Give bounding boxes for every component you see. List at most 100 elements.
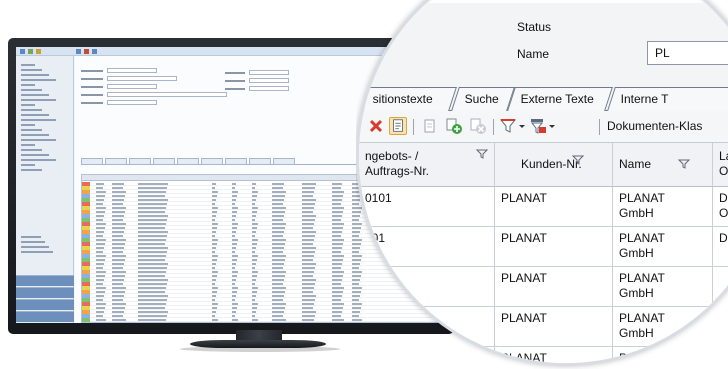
mini-tree-item: [21, 129, 42, 131]
column-header-order-no[interactable]: ngebots- / Auftrags-Nr.: [359, 143, 495, 187]
grid-cell[interactable]: PLANAT GmbH: [613, 187, 713, 227]
grid-cell[interactable]: PLANAT GmbH: [613, 307, 713, 347]
column-header-label: La O: [719, 149, 728, 178]
grid-cell[interactable]: 1: [359, 267, 495, 307]
monitor-stand: [190, 340, 326, 348]
clear-filter-icon[interactable]: [529, 117, 547, 135]
column-header-location[interactable]: La O: [713, 143, 728, 187]
column-header-label: Name: [619, 157, 652, 171]
mini-tree-item: [21, 104, 35, 106]
mini-tree-item: [21, 94, 49, 96]
mini-tree-item: [21, 64, 35, 66]
mini-tree-item: [21, 84, 35, 86]
chevron-down-icon[interactable]: [547, 117, 557, 135]
product-illustration: Status Name PL sitionstexte Suche Extern…: [0, 0, 728, 369]
mini-tree-item: [21, 139, 56, 141]
grid-cell[interactable]: D- Oe: [713, 187, 728, 227]
mini-nav-block: [16, 299, 74, 310]
grid-cell-text: PLANAT GmbH: [619, 191, 665, 220]
mini-tab: [249, 158, 271, 165]
filter-icon[interactable]: [572, 155, 584, 165]
mini-tree-item: [21, 154, 49, 156]
grid-toolbar: Dokumenten-Klas: [359, 111, 728, 143]
grid-cell-text: PLANAT: [501, 311, 547, 325]
grid-cell[interactable]: PLANAT: [495, 227, 613, 267]
name-field[interactable]: PL: [647, 41, 728, 65]
header-form: Status Name PL: [359, 3, 728, 81]
grid-cell[interactable]: PLANAT: [495, 307, 613, 347]
column-header-name[interactable]: Name: [613, 143, 713, 187]
notepad-icon[interactable]: [389, 117, 407, 135]
mini-form-field: [249, 70, 289, 75]
name-field-value: PL: [655, 46, 670, 60]
grid-cell[interactable]: [359, 347, 495, 363]
tab-label: sitionstexte: [372, 92, 433, 106]
tab-externe-texte[interactable]: Externe Texte: [507, 87, 613, 111]
grid-cell[interactable]: D: [713, 227, 728, 267]
filter-icon[interactable]: [499, 117, 517, 135]
grid-cell[interactable]: PLANAT GmbH: [613, 267, 713, 307]
mini-tab: [225, 158, 247, 165]
copy-icon[interactable]: [421, 117, 439, 135]
mini-tree-item: [21, 251, 53, 253]
mini-form-label: [81, 78, 103, 80]
grid-cell[interactable]: [359, 307, 495, 347]
grid-cell-text: PLANAT: [501, 191, 547, 205]
mini-tree-item: [21, 134, 49, 136]
mini-tree-item: [21, 109, 42, 111]
mini-tree-item: [21, 119, 56, 121]
grid-cell[interactable]: PLANAT: [495, 187, 613, 227]
grid-cell[interactable]: PLANAT GmbH: [613, 227, 713, 267]
mini-form-label: [81, 70, 103, 72]
mini-tab: [201, 158, 223, 165]
grid-cell-text: PLANAT: [501, 351, 547, 365]
tab-positionstexte[interactable]: sitionstexte: [359, 87, 457, 111]
grid-cell[interactable]: [713, 267, 728, 307]
grid-cell-text: D: [719, 231, 728, 245]
mini-form-field: [249, 86, 289, 91]
tab-interne-texte[interactable]: Interne T: [607, 87, 728, 111]
grid-cell[interactable]: PLA: [613, 347, 713, 365]
tab-label: Suche: [464, 92, 499, 106]
mini-form-label: [225, 80, 245, 82]
status-label: Status: [517, 20, 552, 34]
mini-tree-item: [21, 74, 49, 76]
mini-form-label: [81, 86, 103, 88]
add-document-icon[interactable]: [445, 117, 463, 135]
filter-icon[interactable]: [476, 149, 488, 159]
mini-tree-item: [21, 89, 42, 91]
grid-cell-text: D- Oe: [719, 191, 728, 220]
mini-tree-item: [21, 164, 35, 166]
magnifier: Status Name PL sitionstexte Suche Extern…: [356, 0, 728, 369]
mini-form-label: [225, 88, 245, 90]
grid-cell-text: PLANAT GmbH: [619, 311, 665, 340]
grid-cell[interactable]: [713, 347, 728, 363]
filter-icon[interactable]: [678, 159, 690, 169]
delete-icon[interactable]: [367, 117, 385, 135]
chevron-down-icon[interactable]: [517, 117, 527, 135]
grid-cell[interactable]: [713, 307, 728, 347]
mini-tree-item: [21, 159, 56, 161]
tab-suche[interactable]: Suche: [451, 87, 515, 111]
mini-form-field: [249, 78, 289, 83]
grid-cell-text: 101: [365, 231, 386, 245]
tab-label: Externe Texte: [520, 92, 594, 106]
remove-document-icon[interactable]: [469, 117, 487, 135]
grid-cell[interactable]: PLANAT: [495, 267, 613, 307]
grid-cell-text: PLA: [619, 351, 642, 365]
mini-form-field: [107, 92, 227, 97]
grid-cell[interactable]: 0101: [359, 187, 495, 227]
grid-cell[interactable]: 101: [359, 227, 495, 267]
grid-cell[interactable]: PLANAT: [495, 347, 613, 365]
column-header-customer-no[interactable]: Kunden-Nr.: [495, 143, 613, 187]
document-class-dropdown[interactable]: Dokumenten-Klas: [607, 119, 702, 133]
grid-cell-text: PLANAT GmbH: [619, 231, 665, 260]
mini-nav-block: [16, 311, 74, 322]
mini-tree-item: [21, 79, 56, 81]
grid-cell-text: PLANAT GmbH: [619, 271, 665, 300]
tab-label: Interne T: [620, 92, 669, 106]
magnifier-circle: Status Name PL sitionstexte Suche Extern…: [356, 0, 728, 366]
mini-tree-item: [21, 236, 41, 238]
mini-tab: [153, 158, 175, 165]
grid-cell-text: 0101: [365, 191, 392, 205]
